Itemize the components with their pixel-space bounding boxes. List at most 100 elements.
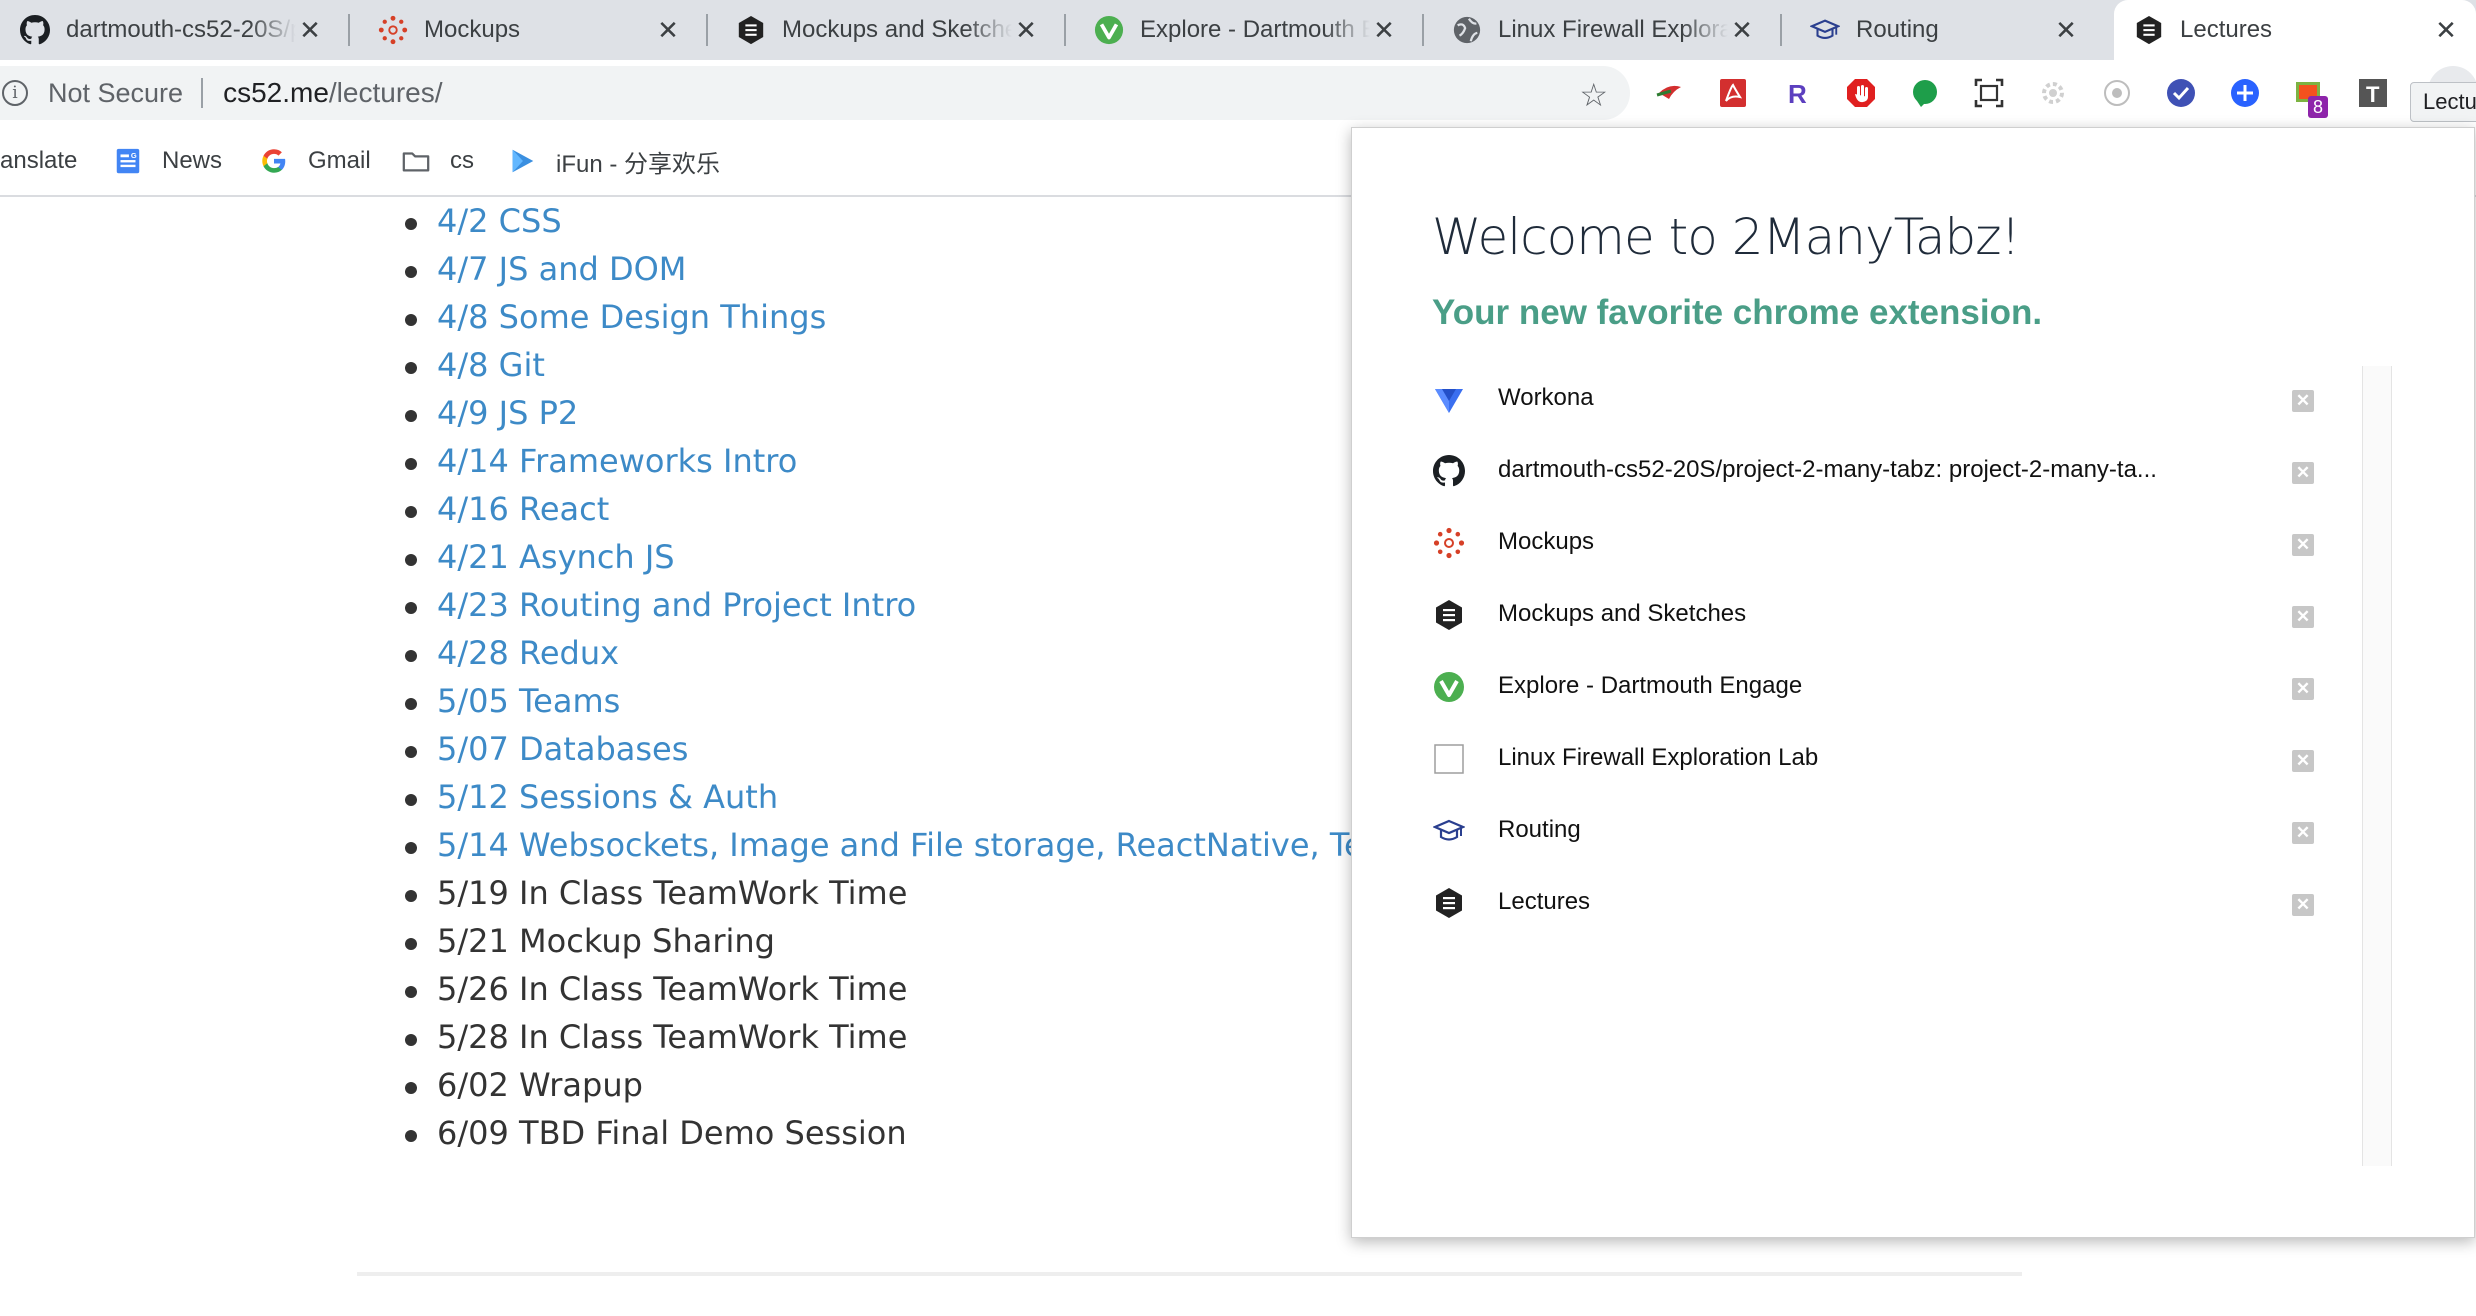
gear-ext-icon[interactable] (2034, 74, 2072, 112)
popup-scrollbar[interactable] (2362, 366, 2392, 1166)
mortarboard-icon (1808, 13, 1842, 47)
close-tab-icon[interactable]: ✕ (2292, 606, 2314, 628)
open-tab-title[interactable]: Explore - Dartmouth Engage (1498, 672, 2228, 700)
url-host[interactable]: cs52.me (223, 77, 329, 109)
r-icon[interactable]: R (1778, 74, 1816, 112)
open-tab-row[interactable]: Routing ✕ (1432, 796, 2362, 868)
close-icon[interactable]: ✕ (1728, 16, 1756, 44)
list-bullet (405, 218, 417, 230)
close-tab-icon[interactable]: ✕ (2292, 894, 2314, 916)
bookmark-label: iFun - 分享欢乐 (556, 150, 721, 178)
lecture-label[interactable]: 4/21 Asynch JS (437, 538, 675, 576)
close-icon[interactable]: ✕ (296, 16, 324, 44)
bookmark-item[interactable]: cs (400, 143, 474, 179)
open-tab-list: Workona ✕ dartmouth-cs52-20S/project-2-man… (1432, 364, 2362, 940)
open-tab-title[interactable]: Routing (1498, 816, 2228, 844)
lecture-label[interactable]: 4/8 Some Design Things (437, 298, 826, 336)
lecture-link[interactable]: 4/21 Asynch JS (405, 533, 1352, 581)
lecture-label[interactable]: 4/8 Git (437, 346, 545, 384)
browser-tab[interactable]: Linux Firewall Exploration Lab✕ (1432, 0, 1772, 60)
badge-ext-icon[interactable]: 8 (2290, 74, 2329, 118)
lecture-label: 5/28 In Class TeamWork Time (437, 1018, 908, 1056)
tab-tooltip: Lectures (2410, 82, 2476, 122)
lecture-label[interactable]: 5/05 Teams (437, 682, 620, 720)
eye-ext-icon[interactable] (2098, 74, 2136, 112)
browser-tab[interactable]: Routing ✕ (1790, 0, 2096, 60)
close-tab-icon[interactable]: ✕ (2292, 822, 2314, 844)
adblock-icon[interactable] (1842, 74, 1880, 112)
close-icon[interactable]: ✕ (2052, 16, 2080, 44)
open-tab-title[interactable]: Mockups (1498, 528, 2228, 556)
close-icon[interactable]: ✕ (1370, 16, 1398, 44)
lecture-link[interactable]: 4/23 Routing and Project Intro (405, 581, 1352, 629)
lecture-link[interactable]: 4/2 CSS (405, 197, 1352, 245)
tab-title: Lectures (2180, 16, 2273, 43)
close-tab-icon[interactable]: ✕ (2292, 462, 2314, 484)
bookmark-item[interactable]: G News (112, 143, 222, 179)
lecture-link[interactable]: 4/9 JS P2 (405, 389, 1352, 437)
open-tab-title[interactable]: dartmouth-cs52-20S/project-2-many-tabz: … (1498, 456, 2228, 484)
acrobat-icon[interactable] (1714, 74, 1752, 112)
browser-tab[interactable]: Explore - Dartmouth Engage✕ (1074, 0, 1414, 60)
browser-tab[interactable]: Mockups ✕ (358, 0, 698, 60)
close-icon[interactable]: ✕ (654, 16, 682, 44)
lecture-label[interactable]: 4/2 CSS (437, 202, 562, 240)
bookmark-star-icon[interactable]: ☆ (1579, 76, 1608, 114)
open-tab-row[interactable]: Mockups ✕ (1432, 508, 2362, 580)
screenshot-icon[interactable] (1970, 74, 2008, 112)
lecture-link[interactable]: 5/14 Websockets, Image and File storage,… (405, 821, 1352, 869)
lecture-label[interactable]: 4/23 Routing and Project Intro (437, 586, 916, 624)
close-icon[interactable]: ✕ (1012, 16, 1040, 44)
lecture-label[interactable]: 4/28 Redux (437, 634, 619, 672)
lecture-link[interactable]: 5/05 Teams (405, 677, 1352, 725)
bookmark-item[interactable]: Gmail (258, 143, 371, 179)
lecture-link[interactable]: 4/8 Some Design Things (405, 293, 1352, 341)
open-tab-title[interactable]: Workona (1498, 384, 2228, 412)
lecture-label[interactable]: 4/14 Frameworks Intro (437, 442, 797, 480)
open-tab-row[interactable]: Mockups and Sketches ✕ (1432, 580, 2362, 652)
bookmark-label: News (162, 147, 223, 174)
open-tab-row[interactable]: dartmouth-cs52-20S/project-2-many-tabz: … (1432, 436, 2362, 508)
lecture-link[interactable]: 4/7 JS and DOM (405, 245, 1352, 293)
open-tab-row[interactable]: Lectures ✕ (1432, 868, 2362, 940)
close-tab-icon[interactable]: ✕ (2292, 390, 2314, 412)
open-tab-row[interactable]: Explore - Dartmouth Engage ✕ (1432, 652, 2362, 724)
lecture-link[interactable]: 4/16 React (405, 485, 1352, 533)
lecture-label[interactable]: 5/07 Databases (437, 730, 688, 768)
open-tab-row[interactable]: Workona ✕ (1432, 364, 2362, 436)
feather-icon[interactable] (1650, 74, 1688, 112)
lecture-link[interactable]: 4/28 Redux (405, 629, 1352, 677)
bookmark-item[interactable]: iFun - 分享欢乐 (506, 143, 720, 179)
close-tab-icon[interactable]: ✕ (2292, 534, 2314, 556)
lecture-link[interactable]: 5/07 Databases (405, 725, 1352, 773)
globe-icon (1450, 13, 1484, 47)
open-tab-title[interactable]: Linux Firewall Exploration Lab (1498, 744, 2228, 772)
lecture-link[interactable]: 4/8 Git (405, 341, 1352, 389)
open-tab-row[interactable]: Linux Firewall Exploration Lab ✕ (1432, 724, 2362, 796)
lecture-label[interactable]: 4/16 React (437, 490, 609, 528)
close-tab-icon[interactable]: ✕ (2292, 678, 2314, 700)
url-path[interactable]: /lectures/ (329, 77, 443, 109)
close-icon[interactable]: ✕ (2432, 16, 2460, 44)
info-icon[interactable]: i (2, 80, 28, 106)
lecture-link[interactable]: 5/12 Sessions & Auth (405, 773, 1352, 821)
address-bar[interactable]: i Not Secure cs52.me/lectures/ ☆ (0, 66, 1630, 120)
open-tab-title[interactable]: Mockups and Sketches (1498, 600, 2228, 628)
browser-tab[interactable]: dartmouth-cs52-20S/project-2-many-tabz✕ (0, 0, 340, 60)
security-label[interactable]: Not Secure (48, 78, 183, 109)
check-ext-icon[interactable] (2162, 74, 2200, 112)
close-tab-icon[interactable]: ✕ (2292, 750, 2314, 772)
t-ext-icon[interactable]: T (2354, 74, 2392, 112)
lecture-link[interactable]: 4/14 Frameworks Intro (405, 437, 1352, 485)
open-tab-title[interactable]: Lectures (1498, 888, 2228, 916)
bookmark-item[interactable]: anslate (0, 143, 77, 179)
browser-tab[interactable]: Lectures ✕ (2114, 0, 2476, 60)
lecture-label[interactable]: 5/12 Sessions & Auth (437, 778, 778, 816)
lecture-label[interactable]: 5/14 Websockets, Image and File storage,… (437, 826, 1352, 864)
lecture-label[interactable]: 4/7 JS and DOM (437, 250, 686, 288)
browser-tab[interactable]: Mockups and Sketches ✕ (716, 0, 1056, 60)
lecture-label[interactable]: 4/9 JS P2 (437, 394, 578, 432)
green-dot-icon[interactable] (1906, 74, 1944, 112)
list-bullet (405, 362, 417, 374)
plus-ext-icon[interactable] (2226, 74, 2264, 112)
